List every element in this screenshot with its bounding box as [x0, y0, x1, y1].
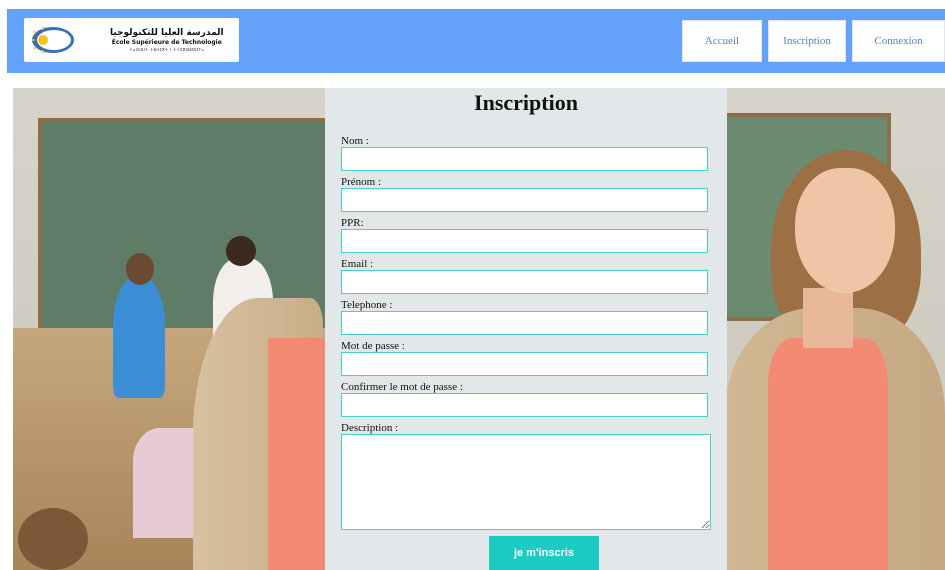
school-name-arabic: المدرسة العليا للتكنولوجيا — [110, 27, 224, 38]
student-foreground-head — [18, 508, 88, 570]
prenom-input[interactable] — [341, 188, 708, 212]
prenom-label: Prénom : — [341, 176, 382, 188]
school-logo[interactable]: المدرسة العليا للتكنولوجيا École Supérie… — [24, 18, 239, 62]
school-name: المدرسة العليا للتكنولوجيا École Supérie… — [110, 27, 224, 52]
teacher-top-right — [768, 338, 888, 570]
teacher-face — [795, 168, 895, 293]
school-name-tifinagh: ⵜⴰⵙⵏⵓⵏⵜ ⵜⵓⵏⵏⵉⴳⵜ ⵏ ⵜⵜⵉⴽⵏⵓⵍⵓⵊⵢⴰ — [129, 46, 205, 52]
telephone-input[interactable] — [341, 311, 708, 335]
form-title: Inscription — [474, 90, 578, 115]
student-head — [126, 253, 154, 285]
nom-input[interactable] — [341, 147, 708, 171]
student-head — [226, 236, 256, 266]
school-logo-emblem — [32, 27, 74, 53]
registration-form: Inscription Nom : Prénom : PPR: Email : … — [325, 88, 727, 570]
teacher-top-left — [268, 338, 328, 570]
description-label: Description : — [341, 422, 399, 434]
student-blue-shirt — [113, 278, 165, 398]
confirm-password-input[interactable] — [341, 393, 708, 417]
ppr-label: PPR: — [341, 217, 364, 229]
register-button[interactable]: je m'inscris — [489, 536, 599, 570]
password-input[interactable] — [341, 352, 708, 376]
nav-connexion[interactable]: Connexion — [852, 20, 945, 62]
nav-inscription[interactable]: Inscription — [768, 20, 846, 62]
nav-accueil[interactable]: Accueil — [682, 20, 762, 62]
nom-label: Nom : — [341, 135, 369, 147]
main-nav: Accueil Inscription Connexion — [682, 20, 945, 62]
password-label: Mot de passe : — [341, 340, 405, 352]
ppr-input[interactable] — [341, 229, 708, 253]
confirm-password-label: Confirmer le mot de passe : — [341, 381, 463, 393]
email-label: Email : — [341, 258, 374, 270]
teacher-neck — [803, 288, 853, 348]
telephone-label: Telephone : — [341, 299, 393, 311]
site-header: المدرسة العليا للتكنولوجيا École Supérie… — [7, 9, 945, 73]
school-name-french: École Supérieure de Technologie — [111, 38, 222, 46]
email-input[interactable] — [341, 270, 708, 294]
description-textarea[interactable] — [341, 434, 711, 530]
